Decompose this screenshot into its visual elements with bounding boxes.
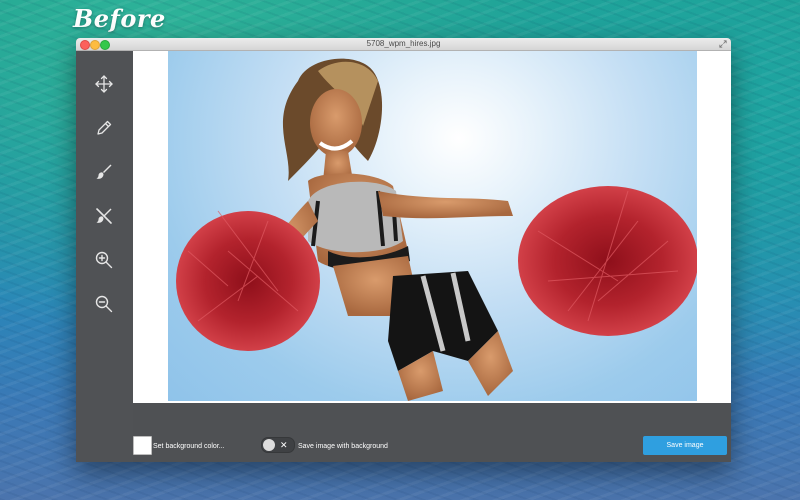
tool-sidebar xyxy=(76,51,133,462)
crossed-brush-icon xyxy=(96,208,112,224)
zoom-in-icon xyxy=(95,251,113,269)
fullscreen-icon[interactable] xyxy=(719,40,727,48)
background-color-label[interactable]: Set background color... xyxy=(153,443,225,450)
cheerleader-image xyxy=(176,58,697,401)
window-title: 5708_wpm_hires.jpg xyxy=(366,39,441,48)
bottom-bar: Set background color... ✕ Save image wit… xyxy=(133,403,731,462)
app-window: 5708_wpm_hires.jpg Set background color.… xyxy=(76,38,731,462)
background-color-swatch[interactable] xyxy=(133,436,152,455)
photo-preview xyxy=(168,51,697,401)
before-label: Before xyxy=(73,4,166,33)
save-with-background-label: Save image with background xyxy=(298,443,388,450)
save-image-button[interactable]: Save image xyxy=(643,436,727,455)
erase-tool-button[interactable] xyxy=(93,205,115,227)
zoom-out-icon xyxy=(95,295,113,313)
brush-tool-button[interactable] xyxy=(93,161,115,183)
toggle-off-icon: ✕ xyxy=(280,440,288,450)
pencil-icon xyxy=(97,120,112,135)
move-tool-button[interactable] xyxy=(93,73,115,95)
image-canvas[interactable] xyxy=(133,51,731,403)
save-with-background-toggle[interactable]: ✕ xyxy=(261,437,295,453)
pencil-tool-button[interactable] xyxy=(93,117,115,139)
move-arrows-icon xyxy=(95,75,113,93)
zoom-in-button[interactable] xyxy=(93,249,115,271)
title-bar[interactable]: 5708_wpm_hires.jpg xyxy=(76,38,731,51)
zoom-out-button[interactable] xyxy=(93,293,115,315)
toggle-knob xyxy=(263,439,275,451)
brush-icon xyxy=(96,164,112,179)
